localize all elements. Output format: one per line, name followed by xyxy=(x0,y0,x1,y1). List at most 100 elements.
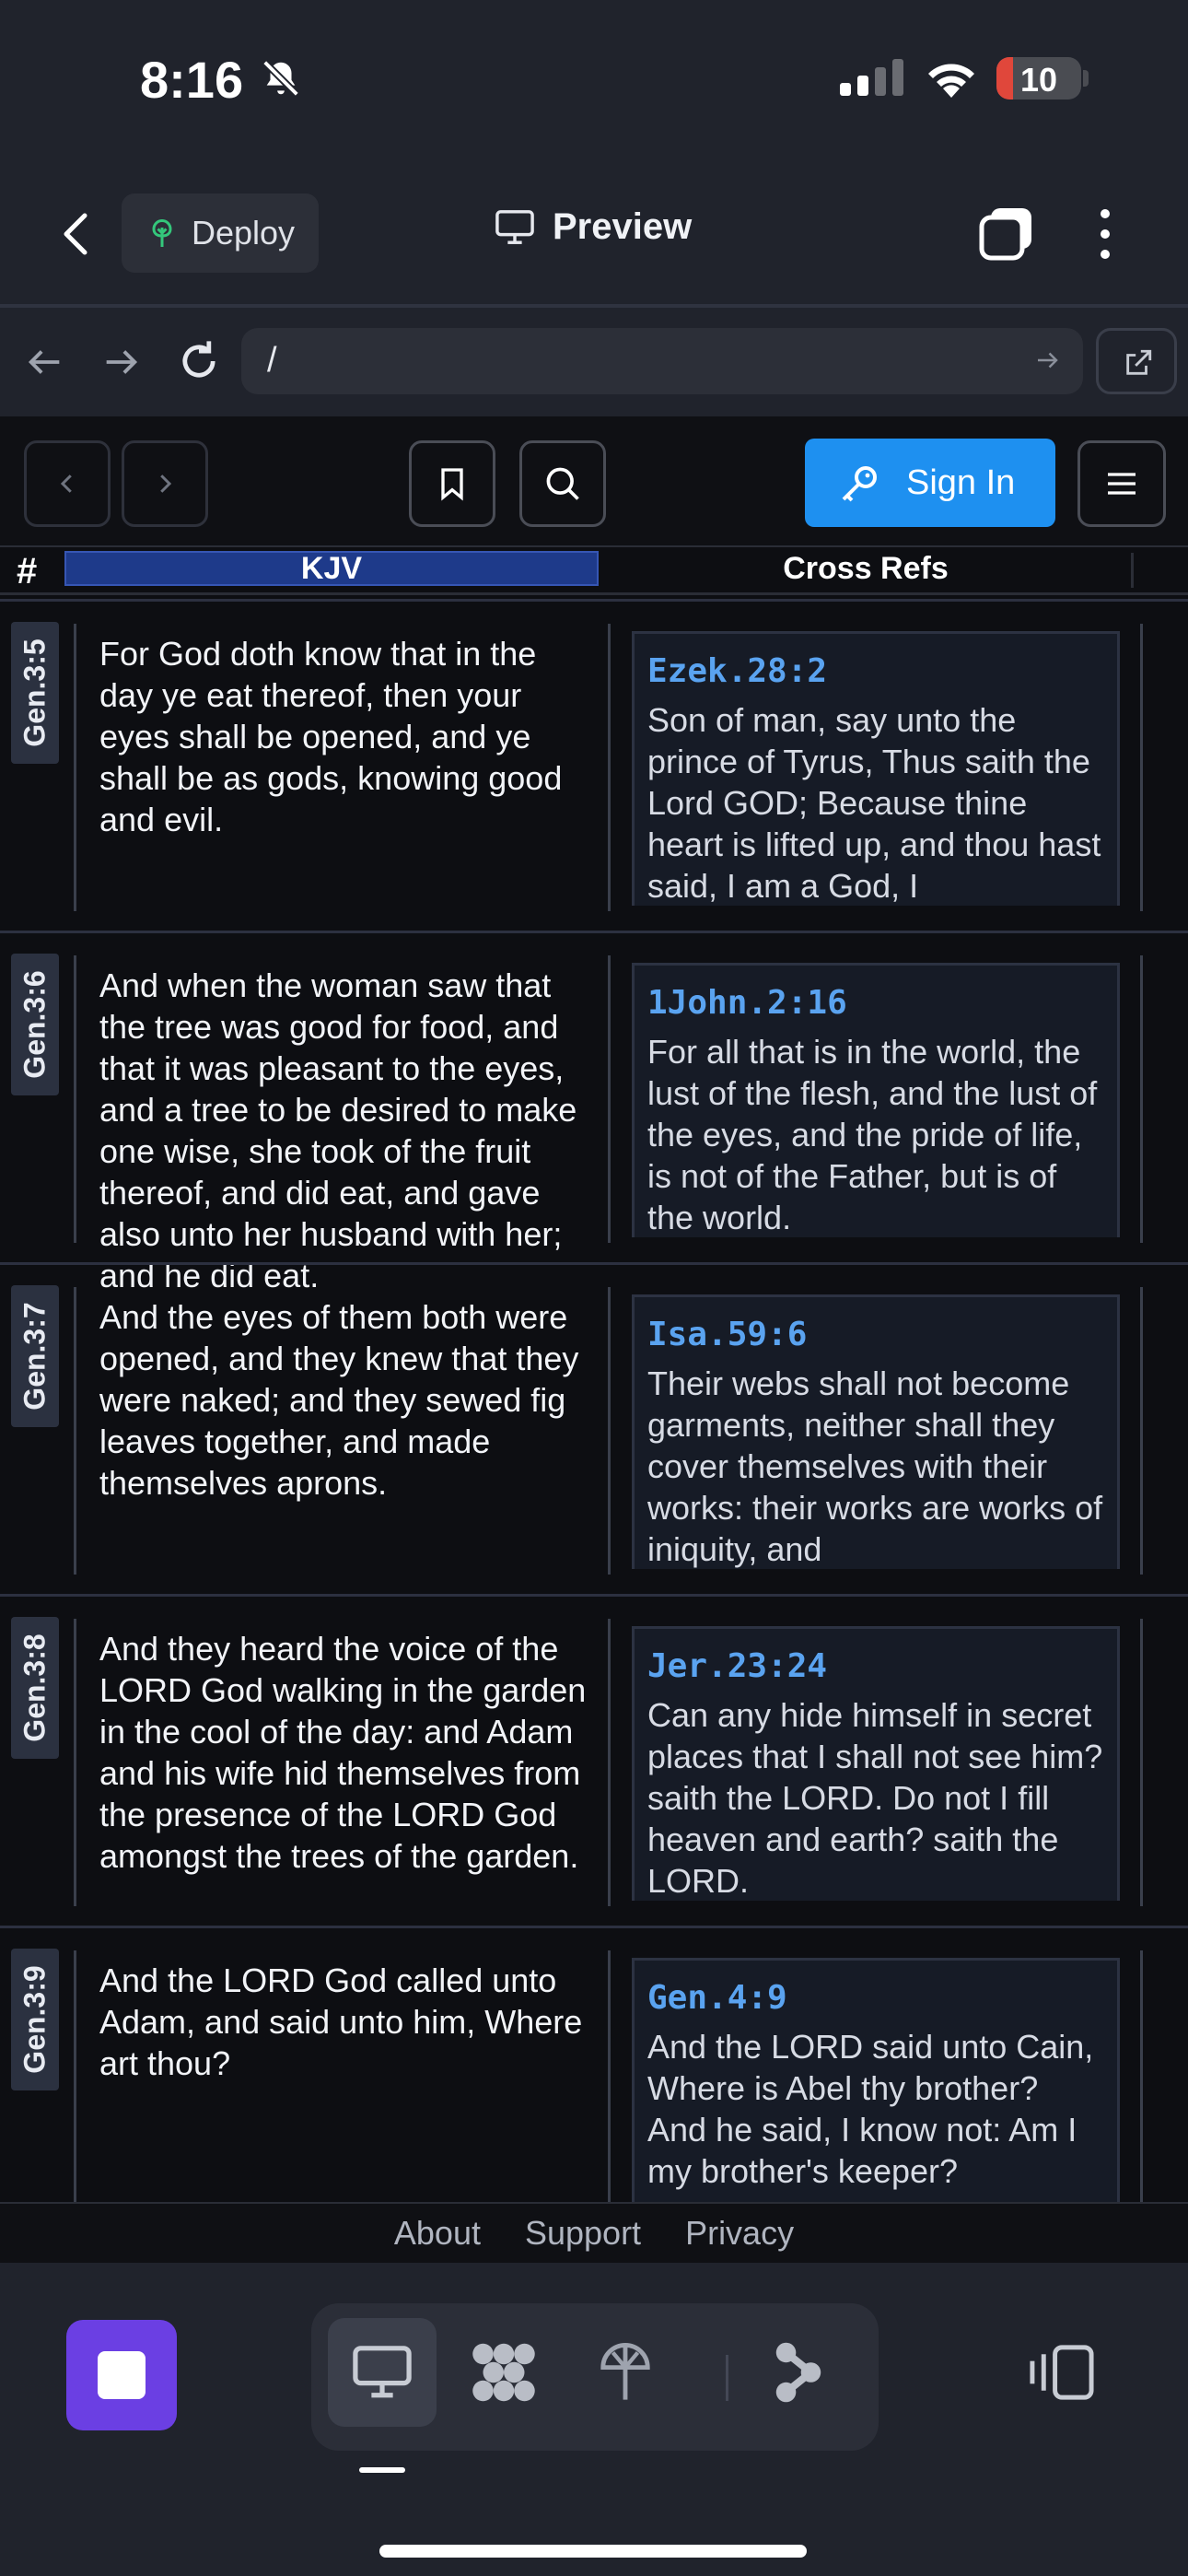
column-hash: # xyxy=(17,551,38,591)
column-kjv[interactable]: KJV xyxy=(64,551,599,586)
column-cross-refs[interactable]: Cross Refs xyxy=(599,551,1133,587)
external-link-icon xyxy=(1126,349,1152,375)
battery-indicator: 10 xyxy=(996,57,1081,100)
row-divider xyxy=(74,1619,76,1906)
more-icon[interactable] xyxy=(1092,205,1118,263)
verse-ref-tab[interactable]: Gen.3:5 xyxy=(11,622,59,764)
battery-level: 10 xyxy=(1019,61,1058,99)
go-arrow-icon[interactable] xyxy=(1033,346,1061,374)
footer-support-link[interactable]: Support xyxy=(525,2214,641,2253)
bookmark-icon xyxy=(441,468,463,501)
deploy-tool-button[interactable] xyxy=(571,2318,680,2427)
verse-ref: Gen.3:6 xyxy=(17,970,52,1079)
cross-ref-text: Son of man, say unto the prince of Tyrus… xyxy=(647,701,1101,905)
next-chapter-button[interactable] xyxy=(122,440,208,527)
grid-icon xyxy=(472,2343,535,2402)
signal-icon xyxy=(840,59,903,96)
host-chrome: 8:16 10 Deploy Preview / xyxy=(0,0,1188,416)
cross-ref-card[interactable]: Gen.4:9 And the LORD said unto Cain, Whe… xyxy=(632,1958,1120,2205)
menu-button[interactable] xyxy=(1077,440,1166,527)
verse-row: Gen.3:5 For God doth know that in the da… xyxy=(0,599,1188,931)
cross-ref-card[interactable]: Isa.59:6 Their webs shall not become gar… xyxy=(632,1294,1120,1569)
app-toolbar: Sign In xyxy=(0,416,1188,547)
prev-chapter-button[interactable] xyxy=(24,440,111,527)
verse-ref-tab[interactable]: Gen.3:6 xyxy=(11,954,59,1095)
footer-about-link[interactable]: About xyxy=(394,2214,481,2253)
preview-tab[interactable]: Preview xyxy=(494,206,692,248)
row-divider xyxy=(1140,1950,1143,2205)
open-external-button[interactable] xyxy=(1096,328,1177,394)
verse-text: For God doth know that in the day ye eat… xyxy=(99,635,563,838)
tree-icon xyxy=(152,218,172,247)
browser-forward-icon[interactable] xyxy=(99,341,142,383)
cross-ref-text: For all that is in the world, the lust o… xyxy=(647,1033,1098,1236)
row-divider xyxy=(1140,955,1143,1243)
chevron-left-icon xyxy=(60,474,72,493)
monitor-icon xyxy=(495,209,534,244)
verse-ref: Gen.3:5 xyxy=(17,638,52,747)
share-icon xyxy=(775,2342,821,2403)
cross-ref-link[interactable]: Jer.23:24 xyxy=(647,1647,1104,1685)
bookmark-button[interactable] xyxy=(409,440,495,527)
verse-row: Gen.3:7 And the eyes of them both were o… xyxy=(0,1262,1188,1594)
cross-ref-link[interactable]: 1John.2:16 xyxy=(647,984,1104,1022)
sign-in-button[interactable]: Sign In xyxy=(805,439,1055,527)
verse-text: And they heard the voice of the LORD God… xyxy=(99,1630,587,1875)
preview-label: Preview xyxy=(553,206,693,247)
row-divider xyxy=(1140,624,1143,911)
chrome-divider xyxy=(0,304,1188,308)
wifi-icon xyxy=(928,64,974,98)
browser-back-icon[interactable] xyxy=(24,341,66,383)
column-divider xyxy=(1131,553,1134,588)
row-divider xyxy=(608,955,611,1243)
footer: About Support Privacy xyxy=(0,2202,1188,2263)
verse-row: Gen.3:9 And the LORD God called unto Ada… xyxy=(0,1926,1188,2205)
search-button[interactable] xyxy=(519,440,606,527)
preview-tool-button[interactable] xyxy=(328,2318,437,2427)
table-header: # KJV Cross Refs xyxy=(0,547,1188,595)
share-tool-button[interactable] xyxy=(744,2318,853,2427)
verse-row: Gen.3:6 And when the woman saw that the … xyxy=(0,931,1188,1294)
row-divider xyxy=(608,1950,611,2205)
deploy-button[interactable]: Deploy xyxy=(122,193,319,273)
row-divider xyxy=(608,1287,611,1575)
search-icon xyxy=(546,467,579,500)
row-divider xyxy=(1140,1619,1143,1906)
cross-ref-text: And the LORD said unto Cain, Where is Ab… xyxy=(647,2028,1094,2190)
back-chevron-icon[interactable] xyxy=(52,205,103,263)
cross-ref-link[interactable]: Gen.4:9 xyxy=(647,1979,1104,2017)
agent-tool-button[interactable] xyxy=(449,2318,558,2427)
row-divider xyxy=(1140,1287,1143,1575)
cross-ref-card[interactable]: Jer.23:24 Can any hide himself in secret… xyxy=(632,1626,1120,1901)
tabs-icon[interactable] xyxy=(978,205,1037,263)
url-bar[interactable]: / xyxy=(241,328,1083,394)
verse-row: Gen.3:8 And they heard the voice of the … xyxy=(0,1594,1188,1926)
reload-icon[interactable] xyxy=(175,337,223,385)
verse-ref-tab[interactable]: Gen.3:9 xyxy=(11,1949,59,2090)
row-divider xyxy=(74,624,76,911)
row-divider xyxy=(74,1950,76,2205)
verse-ref: Gen.3:7 xyxy=(17,1302,52,1411)
bell-slash-icon xyxy=(262,60,299,97)
stop-button[interactable] xyxy=(66,2320,177,2430)
app-viewport: Sign In # KJV Cross Refs Gen.3:5 For God… xyxy=(0,416,1188,2263)
sidebar-icon[interactable] xyxy=(1028,2342,1096,2403)
active-tool-indicator xyxy=(359,2467,405,2473)
status-time: 8:16 xyxy=(140,51,244,109)
menu-icon xyxy=(1108,473,1136,495)
chevron-right-icon xyxy=(160,474,172,493)
deploy-label: Deploy xyxy=(192,214,296,252)
cross-ref-link[interactable]: Ezek.28:2 xyxy=(647,652,1104,690)
cross-ref-text: Can any hide himself in secret places th… xyxy=(647,1696,1103,1900)
row-divider xyxy=(608,624,611,911)
verse-text: And the eyes of them both were opened, a… xyxy=(99,1298,579,1502)
key-icon xyxy=(842,466,877,502)
cross-ref-link[interactable]: Isa.59:6 xyxy=(647,1316,1104,1353)
cross-ref-card[interactable]: Ezek.28:2 Son of man, say unto the princ… xyxy=(632,631,1120,906)
footer-privacy-link[interactable]: Privacy xyxy=(685,2214,794,2253)
row-divider xyxy=(74,955,76,1243)
cross-ref-card[interactable]: 1John.2:16 For all that is in the world,… xyxy=(632,963,1120,1237)
verse-ref-tab[interactable]: Gen.3:8 xyxy=(11,1617,59,1759)
verse-ref-tab[interactable]: Gen.3:7 xyxy=(11,1285,59,1427)
bottom-toolbar xyxy=(0,2263,1188,2576)
